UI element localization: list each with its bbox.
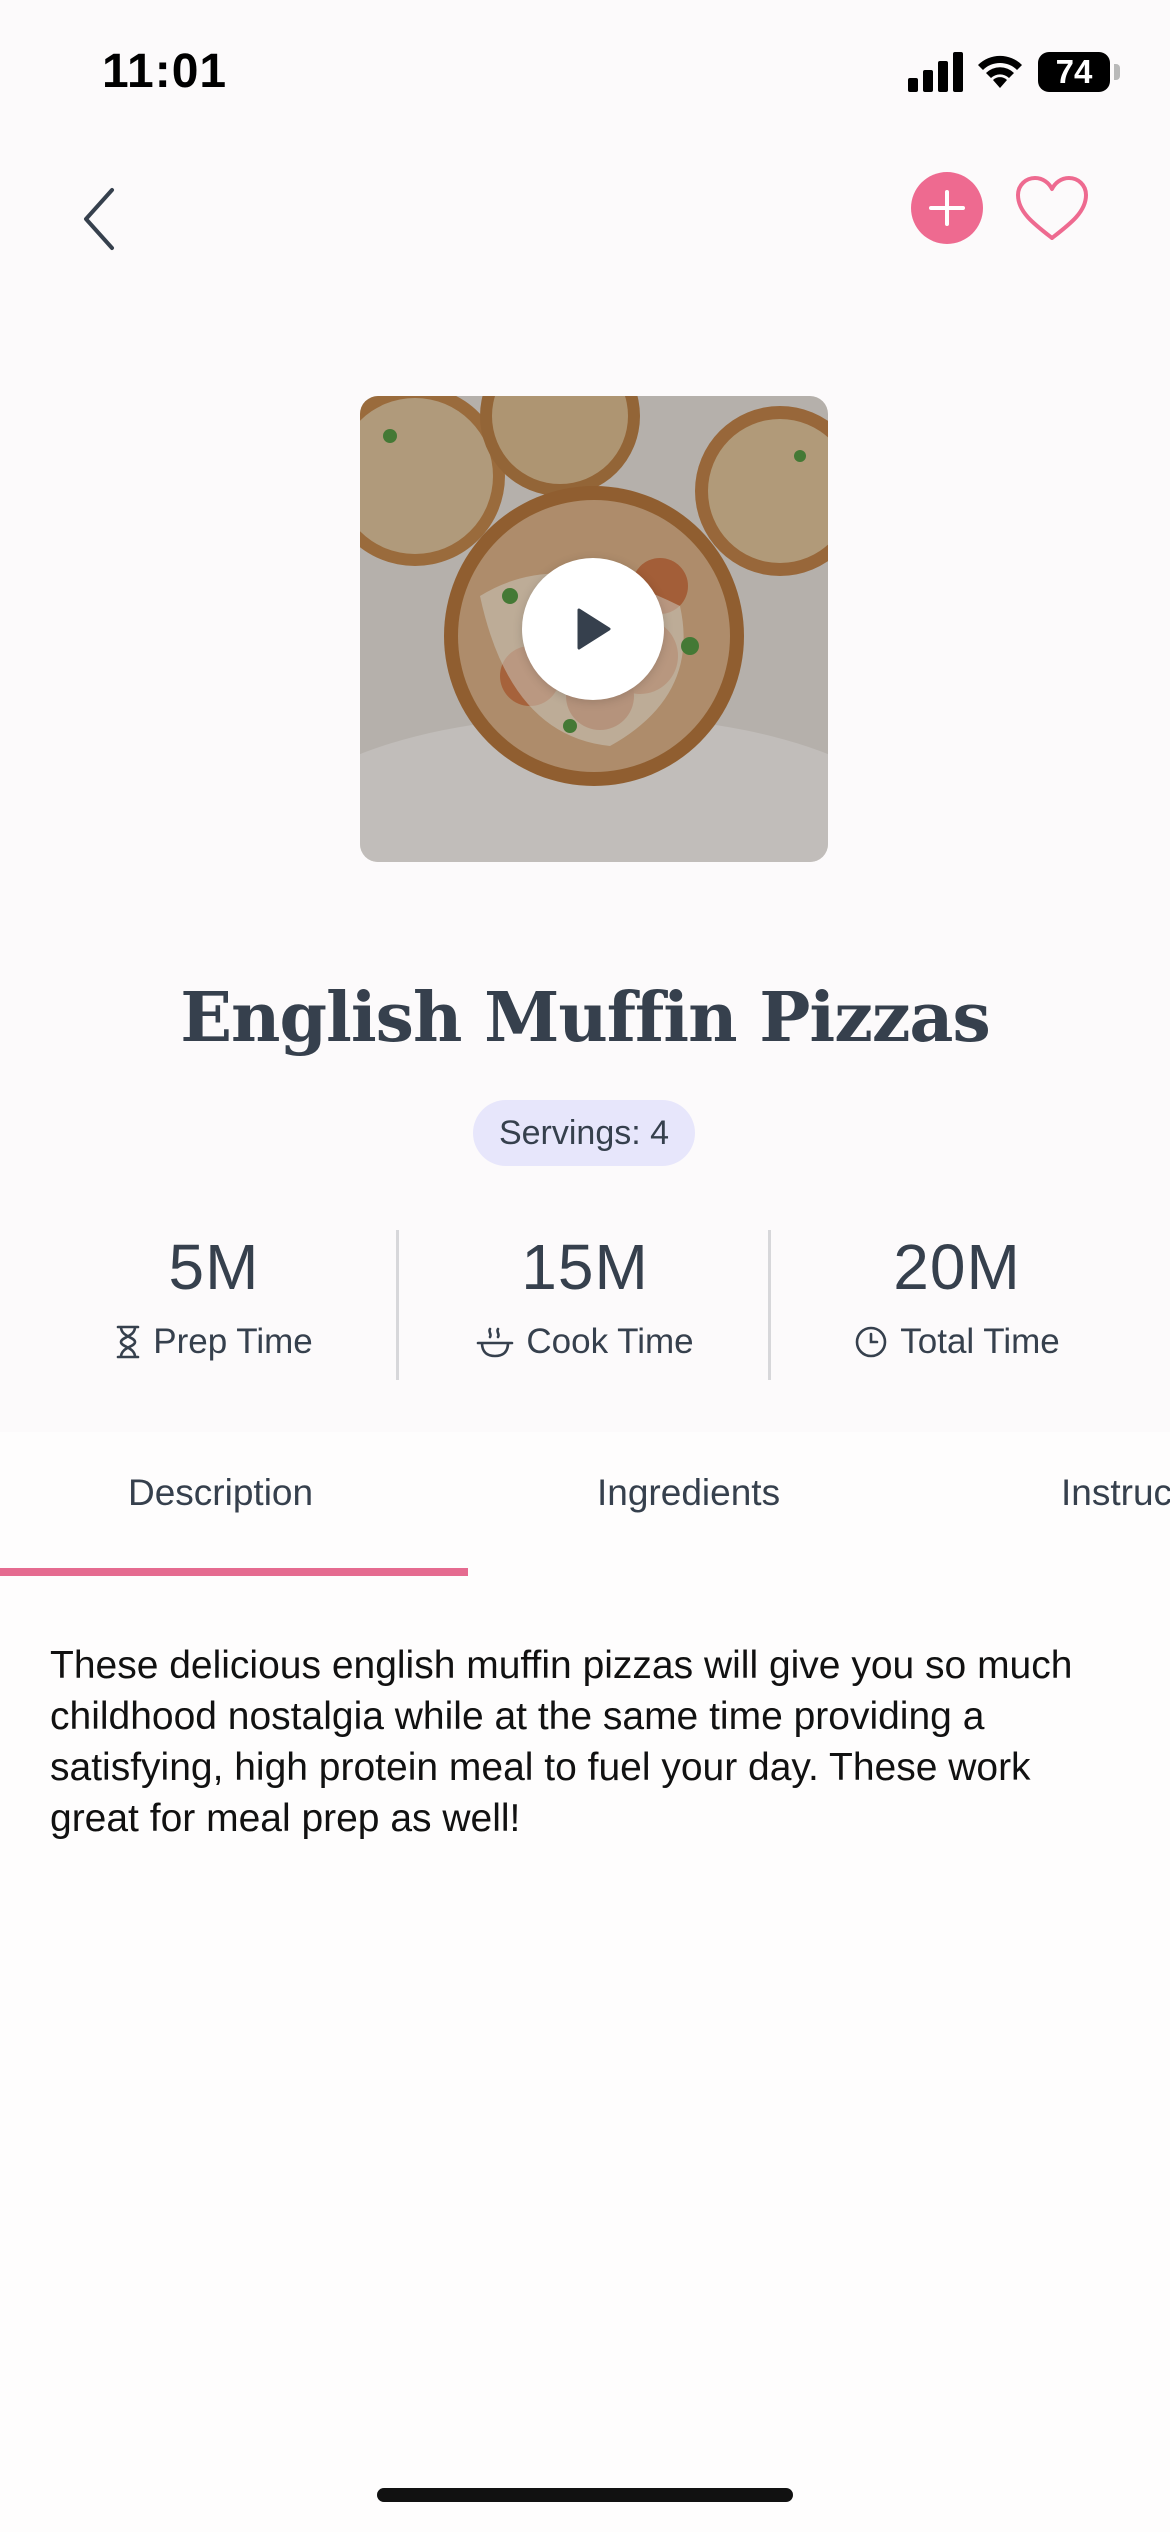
clock-icon <box>855 1326 887 1358</box>
status-bar: 11:01 74 <box>0 0 1170 150</box>
recipe-video-thumbnail[interactable] <box>360 396 828 862</box>
tab-bar: Description Ingredients Instructions <box>0 1432 1170 2532</box>
active-tab-indicator <box>0 1568 468 1576</box>
cellular-signal-icon <box>908 52 963 92</box>
plus-icon <box>929 190 965 226</box>
cook-time-label: Cook Time <box>526 1322 694 1361</box>
tab-instructions[interactable]: Instructions <box>1061 1472 1170 1514</box>
prep-time: 5M Prep Time <box>28 1220 400 1380</box>
battery-level: 74 <box>1055 53 1093 90</box>
recipe-description: These delicious english muffin pizzas wi… <box>50 1644 1073 1840</box>
cook-time-value: 15M <box>521 1231 649 1303</box>
tab-description[interactable]: Description <box>128 1472 313 1514</box>
chevron-left-icon <box>84 188 114 250</box>
servings-badge: Servings: 4 <box>473 1100 695 1166</box>
cooking-pot-icon <box>477 1327 514 1358</box>
hourglass-icon <box>116 1325 140 1359</box>
recipe-title: English Muffin Pizzas <box>180 978 991 1058</box>
heart-outline-icon <box>1016 176 1088 240</box>
prep-time-value: 5M <box>168 1231 260 1303</box>
recipe-times: 5M Prep Time 15M Cook Time 20M Total Tim… <box>0 1220 1170 1380</box>
total-time-label: Total Time <box>900 1322 1060 1361</box>
prep-time-label: Prep Time <box>153 1322 313 1361</box>
battery-indicator: 74 <box>1038 52 1110 92</box>
tab-ingredients[interactable]: Ingredients <box>597 1472 780 1514</box>
status-time: 11:01 <box>102 45 228 98</box>
play-icon <box>577 608 611 650</box>
battery-cap <box>1114 64 1120 80</box>
cook-time: 15M Cook Time <box>399 1220 771 1380</box>
add-button[interactable] <box>911 172 983 244</box>
back-button[interactable] <box>68 184 128 254</box>
play-button[interactable] <box>522 558 664 700</box>
wifi-icon <box>978 55 1022 88</box>
total-time: 20M Total Time <box>771 1220 1143 1380</box>
home-indicator[interactable] <box>377 2488 793 2502</box>
total-time-value: 20M <box>893 1231 1021 1303</box>
favorite-button[interactable] <box>1012 168 1092 248</box>
